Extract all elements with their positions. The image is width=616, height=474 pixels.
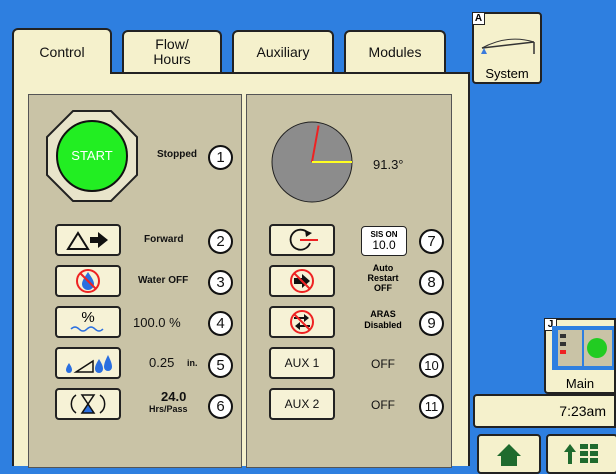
stop-in-slot-icon [289,228,318,251]
percent-timer-button[interactable]: % [55,306,121,338]
system-label: System [485,66,529,81]
tab-auxiliary[interactable]: Auxiliary [232,30,334,72]
callout-1: 1 [208,145,233,170]
application-depth-button[interactable] [55,347,121,379]
direction-button[interactable] [55,224,121,256]
tab-label: Modules [368,43,422,60]
callout-4: 4 [208,311,233,336]
start-button[interactable]: START [45,109,139,203]
aux1-label: AUX 1 [284,356,320,370]
callout-11: 11 [419,394,444,419]
main-screen-thumbnail-icon [552,326,614,370]
control-content: START Stopped 1 Forward 2 Water OFF 3 % [12,72,470,468]
tab-label: Auxiliary [256,43,310,60]
aux1-button[interactable]: AUX 1 [269,347,335,379]
tab-control[interactable]: Control [12,28,112,74]
position-angle-text: 91.3° [373,157,404,172]
layout-select-button[interactable] [546,434,616,474]
left-control-panel: START Stopped 1 Forward 2 Water OFF 3 % [28,94,242,468]
clock-display: 7:23am [473,394,616,428]
percent-icon-text: % [81,309,95,326]
callout-7: 7 [419,229,444,254]
percent-text: 100.0 % [133,315,181,330]
tab-flow-hours[interactable]: Flow/ Hours [122,30,222,72]
water-wave-icon [70,326,104,332]
home-icon [497,444,521,466]
callout-9: 9 [419,311,444,336]
hours-value: 24.0 [161,389,187,404]
callout-3: 3 [208,270,233,295]
aras-line2: Disabled [364,320,402,330]
system-button[interactable]: A System [472,12,542,84]
aux2-label: AUX 2 [284,397,320,411]
application-depth-unit: in. [187,358,198,368]
status-text: Stopped [157,149,197,160]
callout-6: 6 [208,394,233,419]
water-off-icon [76,269,100,293]
hourglass-icon [70,394,106,414]
aux2-state: OFF [371,398,395,412]
system-corner-letter: A [472,12,485,25]
callout-10: 10 [419,353,444,378]
aras-line1: ARAS [370,309,396,319]
hours-per-pass-button[interactable] [55,388,121,420]
direction-text: Forward [144,234,184,245]
layout-grid-icon [564,444,598,464]
main-button[interactable]: J Main [544,318,616,394]
auto-restart-status: Auto Restart OFF [363,263,403,293]
right-control-panel: 91.3° SIS ON 10.0 7 Auto Restart OFF 8 A… [246,94,452,468]
callout-2: 2 [208,229,233,254]
hours-unit: Hrs/Pass [149,404,188,414]
aux1-state: OFF [371,357,395,371]
aras-button[interactable] [269,306,335,338]
tab-label: Flow/ Hours [153,36,191,67]
stop-in-slot-button[interactable] [269,224,335,256]
auto-restart-line1: Auto [372,263,394,273]
pivot-icon [481,38,535,54]
auto-restart-button[interactable] [269,265,335,297]
forward-direction-icon [66,231,108,250]
application-depth-text: 0.25 [149,355,175,370]
callout-8: 8 [419,270,444,295]
sis-status-box: SIS ON 10.0 [361,226,407,256]
pivot-position-indicator [271,121,353,203]
aras-disabled-icon [290,310,314,334]
home-button[interactable] [477,434,541,474]
clock-text: 7:23am [559,403,606,419]
auto-restart-off-icon [290,269,314,293]
water-text: Water OFF [138,275,189,286]
depth-drops-icon [66,355,112,373]
aux2-button[interactable]: AUX 2 [269,388,335,420]
start-label: START [71,148,113,163]
auto-restart-line2: Restart [367,273,399,283]
callout-5: 5 [208,353,233,378]
main-label: Main [565,376,595,391]
aras-status: ARAS Disabled [357,309,409,331]
auto-restart-line3: OFF [374,283,392,293]
tab-modules[interactable]: Modules [344,30,446,72]
sis-line2: 10.0 [372,238,396,252]
tab-label: Control [39,43,85,60]
water-button[interactable] [55,265,121,297]
